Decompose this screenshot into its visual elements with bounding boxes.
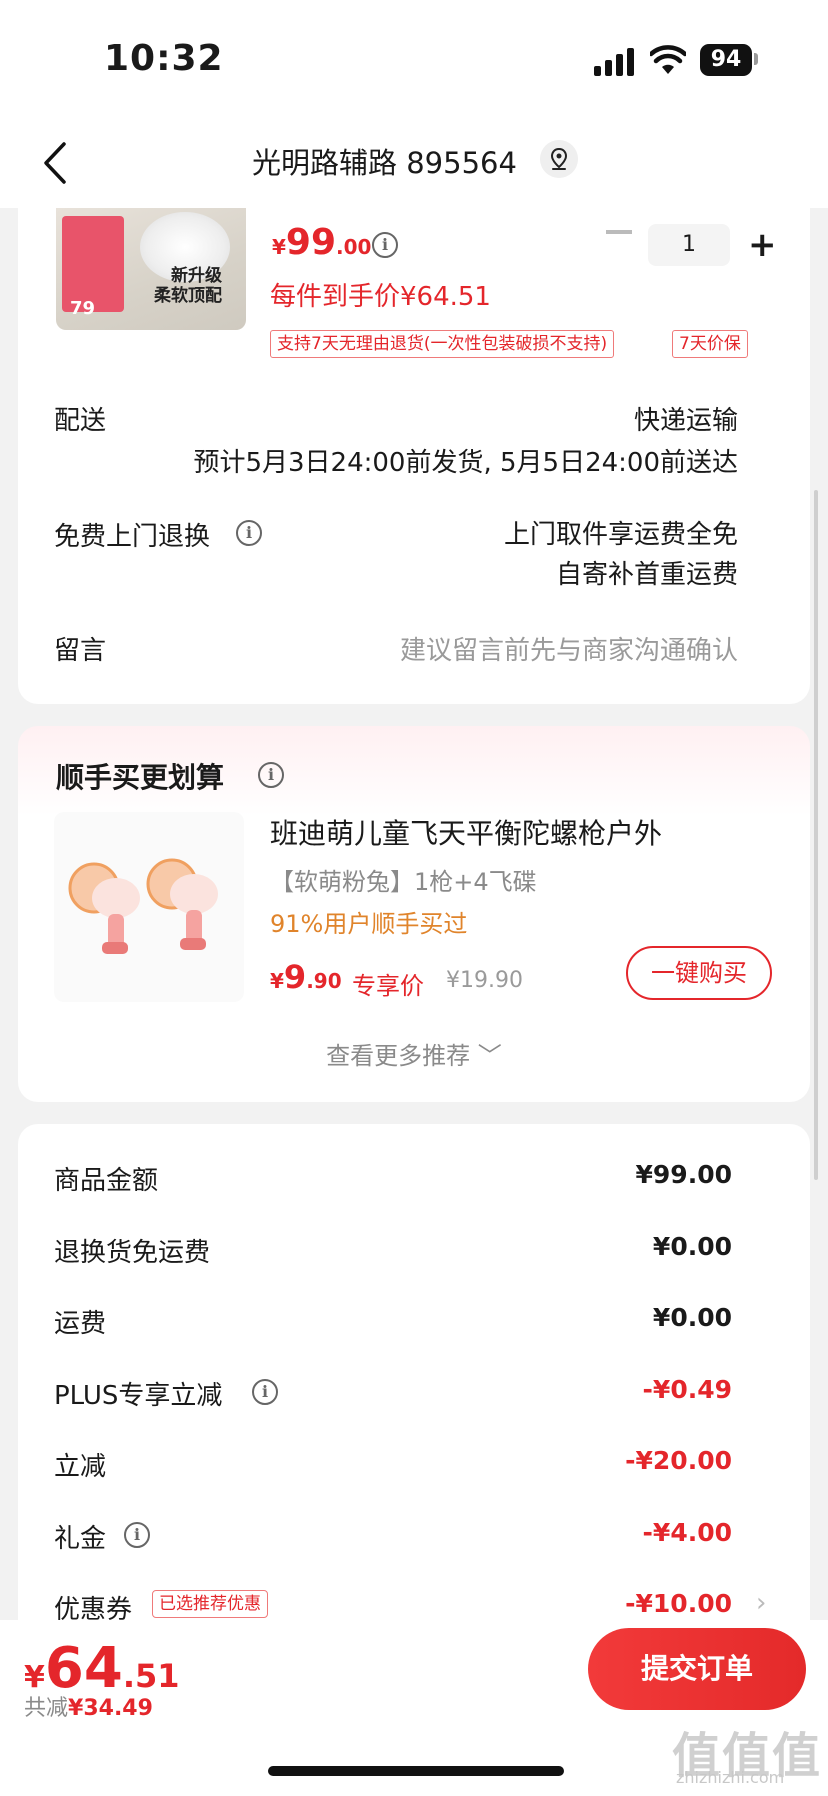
summary-label: 运费 [54,1309,107,1339]
coupon-recommended-tag: 已选推荐优惠 [152,1590,268,1618]
free-return-line2: 自寄补首重运费 [555,560,738,590]
chevron-right-icon[interactable]: › [756,1588,766,1618]
per-item-price: 每件到手价¥64.51 [270,282,491,312]
status-bar: 10:32 94 [0,0,828,120]
free-return-info-icon[interactable]: i [236,520,262,546]
price-currency: ¥ [272,235,286,259]
addon-original-price: ¥19.90 [446,968,523,993]
saved-prefix: 共减 [24,1696,69,1721]
addon-price-decimal: .90 [306,969,342,993]
addon-product-name[interactable]: 班迪萌儿童飞天平衡陀螺枪户外 [270,812,662,852]
info-icon[interactable]: i [252,1379,278,1405]
cellular-signal-icon [594,48,634,76]
battery-icon: 94 [700,44,752,76]
addon-purchase-rate: 91%用户顺手买过 [270,910,468,938]
status-time: 10:32 [104,38,224,79]
summary-amount: -¥4.00 [642,1518,732,1547]
info-icon[interactable]: i [124,1522,150,1548]
price-info-icon[interactable]: i [372,232,398,258]
more-recommendations-link[interactable]: 查看更多推荐 ﹀ [0,1036,828,1071]
one-click-buy-button[interactable]: 一键购买 [626,946,772,1000]
delivery-label: 配送 [54,406,107,436]
return-policy-badge: 支持7天无理由退货(一次性包装破损不支持) [270,330,615,358]
quantity-input[interactable]: 1 [648,224,730,266]
thumb-price-tag: 79 [70,298,96,319]
summary-label: 商品金额 [54,1166,159,1196]
home-indicator[interactable] [268,1766,564,1776]
summary-label: PLUS专享立减 [54,1381,223,1411]
total-saved: 共减¥34.49 [24,1690,153,1722]
watermark-url: zhizhizhi.com [676,1768,785,1787]
summary-amount: -¥10.00 [625,1589,732,1618]
delivery-estimate: 预计5月3日24:00前发货, 5月5日24:00前送达 [193,448,738,478]
order-confirm-page: 10:32 94 光明路辅路 895564 新升级 柔软顶配 79 ¥99.00… [0,0,828,1796]
summary-amount: -¥0.49 [642,1375,732,1404]
back-arrow-icon[interactable] [38,140,74,186]
summary-label: 立减 [54,1452,107,1482]
product-price: ¥99.00 [272,222,371,263]
delivery-method[interactable]: 快递运输 [634,400,738,437]
message-label: 留言 [54,636,107,666]
summary-amount: ¥99.00 [635,1160,732,1189]
addon-info-icon[interactable]: i [258,762,284,788]
price-protect-badge: 7天价保 [672,330,748,358]
addon-price-integer: 9 [283,958,307,996]
free-return-line1: 上门取件享运费全免 [503,520,738,550]
submit-order-button[interactable]: 提交订单 [588,1628,806,1710]
addon-exclusive-label: 专享价 [352,972,424,1000]
product-thumbnail[interactable]: 新升级 柔软顶配 79 [56,208,246,330]
message-input[interactable]: 建议留言前先与商家沟通确认 [400,630,738,667]
price-decimal: .00 [336,235,372,259]
address-title[interactable]: 光明路辅路 895564 [252,140,517,182]
summary-amount: -¥20.00 [625,1446,732,1475]
nav-bar: 光明路辅路 895564 [0,120,828,208]
quantity-increase-button[interactable]: + [748,228,777,262]
scrollbar[interactable] [814,490,818,1180]
addon-product-spec: 【软萌粉兔】1枪+4飞碟 [270,868,537,896]
summary-amount: ¥0.00 [652,1232,732,1261]
battery-tip [754,53,758,65]
saved-amount: ¥34.49 [68,1696,153,1721]
wifi-icon [650,45,686,74]
addon-price: ¥9.90 [270,958,342,996]
toy-gun-icon [68,858,218,954]
summary-amount: ¥0.00 [652,1303,732,1332]
location-pin-icon[interactable] [540,140,578,178]
summary-label: 退换货免运费 [54,1238,211,1268]
free-return-label: 免费上门退换 [54,522,211,552]
summary-label: 礼金 [54,1524,107,1554]
quantity-decrease-button[interactable] [606,230,632,234]
addon-title: 顺手买更划算 [56,761,225,794]
addon-product-image[interactable] [54,812,244,1002]
addon-price-currency: ¥ [270,969,284,993]
price-integer: 99 [285,222,337,263]
battery-level: 94 [710,47,742,72]
thumb-promo-tag: 新升级 柔软顶配 [154,266,222,306]
